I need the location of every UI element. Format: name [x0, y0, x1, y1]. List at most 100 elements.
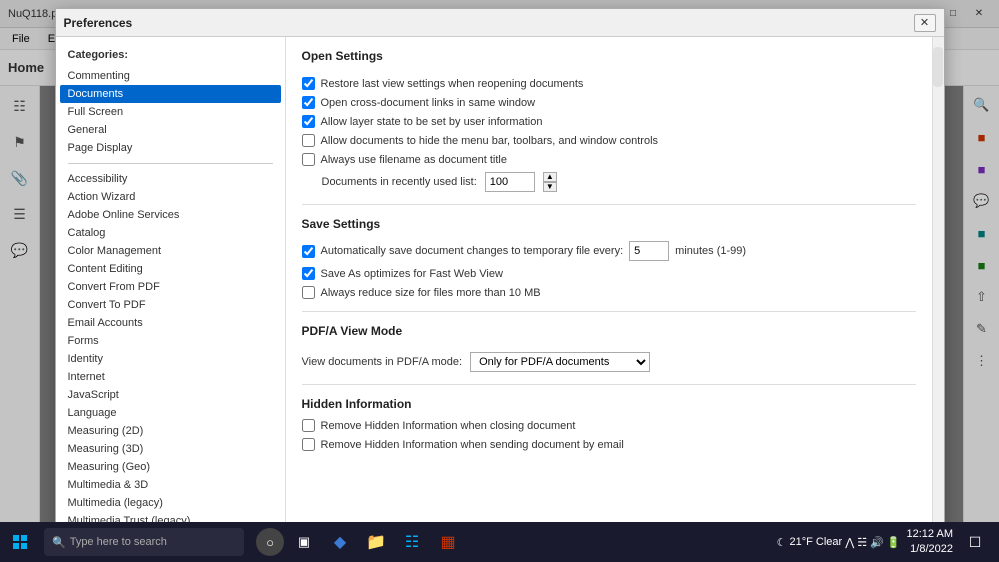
pdfa-label: View documents in PDF/A mode:: [302, 356, 463, 368]
taskbar-icon-taskview[interactable]: ▣: [288, 526, 320, 558]
taskbar-search[interactable]: 🔍 Type here to search: [44, 528, 244, 556]
autosave-hint: minutes (1-99): [675, 245, 746, 257]
layer-label: Allow layer state to be set by user info…: [321, 116, 543, 128]
taskbar-icon-edge[interactable]: ◆: [324, 526, 356, 558]
start-button[interactable]: [0, 522, 40, 562]
taskbar-network-icon[interactable]: ☵: [857, 536, 867, 549]
taskbar-clock[interactable]: 12:12 AM 1/8/2022: [907, 527, 953, 558]
categories-list: CommentingDocumentsFull ScreenGeneralPag…: [60, 67, 281, 527]
cat-item-general[interactable]: General: [60, 121, 281, 139]
cat-item-measuring-2d[interactable]: Measuring (2D): [60, 422, 281, 440]
dialog-close-button[interactable]: ✕: [914, 14, 936, 32]
checkbox-restore-view: Restore last view settings when reopenin…: [302, 77, 916, 90]
autosave-checkbox[interactable]: [302, 245, 315, 258]
cat-item-page-display[interactable]: Page Display: [60, 139, 281, 157]
taskbar-icon-explorer[interactable]: 📁: [360, 526, 392, 558]
checkbox-reduce-size: Always reduce size for files more than 1…: [302, 286, 916, 299]
settings-scrollbar[interactable]: [932, 37, 944, 527]
taskbar-icon-acrobat[interactable]: ▦: [432, 526, 464, 558]
checkbox-layer: Allow layer state to be set by user info…: [302, 115, 916, 128]
checkbox-filename: Always use filename as document title: [302, 153, 916, 166]
cat-item-catalog[interactable]: Catalog: [60, 224, 281, 242]
checkbox-remove-closing: Remove Hidden Information when closing d…: [302, 419, 916, 432]
cat-divider: [68, 163, 273, 164]
taskbar-search-text: Type here to search: [70, 536, 167, 548]
dialog-title: Preferences: [64, 16, 914, 30]
dialog-titlebar: Preferences ✕: [56, 9, 944, 37]
spinner-down[interactable]: ▼: [543, 182, 557, 192]
cat-item-multimedia-legacy[interactable]: Multimedia (legacy): [60, 494, 281, 512]
scrollbar-thumb[interactable]: [933, 47, 943, 87]
cat-item-language[interactable]: Language: [60, 404, 281, 422]
taskbar-sys-icons: ☾ 21°F Clear ⋀ ☵ 🔊 🔋: [777, 536, 901, 549]
taskbar-volume-icon[interactable]: 🔊: [870, 536, 884, 549]
layer-checkbox[interactable]: [302, 115, 315, 128]
checkbox-cross-doc: Open cross-document links in same window: [302, 96, 916, 109]
checkbox-hide-menu: Allow documents to hide the menu bar, to…: [302, 134, 916, 147]
pdfa-select[interactable]: Only for PDF/A documents Never Always: [470, 352, 650, 372]
cat-item-convert-to[interactable]: Convert To PDF: [60, 296, 281, 314]
restore-view-checkbox[interactable]: [302, 77, 315, 90]
categories-label: Categories:: [60, 45, 281, 67]
cat-item-documents[interactable]: Documents: [60, 85, 281, 103]
taskbar-icon-cortana[interactable]: ○: [256, 528, 284, 556]
dialog-body: Categories: CommentingDocumentsFull Scre…: [56, 37, 944, 527]
taskbar-notification-btn[interactable]: ☐: [959, 526, 991, 558]
cat-item-accessibility[interactable]: Accessibility: [60, 170, 281, 188]
preferences-dialog: Preferences ✕ Categories: CommentingDocu…: [55, 8, 945, 528]
taskbar-weather: 21°F Clear: [790, 536, 843, 548]
taskbar-chevron[interactable]: ⋀: [845, 536, 854, 549]
cat-item-measuring-3d[interactable]: Measuring (3D): [60, 440, 281, 458]
cat-item-content-editing[interactable]: Content Editing: [60, 260, 281, 278]
cat-item-forms[interactable]: Forms: [60, 332, 281, 350]
taskbar-right: ☾ 21°F Clear ⋀ ☵ 🔊 🔋 12:12 AM 1/8/2022 ☐: [777, 526, 999, 558]
categories-panel: Categories: CommentingDocumentsFull Scre…: [56, 37, 286, 527]
autosave-row: Automatically save document changes to t…: [302, 241, 916, 261]
cat-item-action-wizard[interactable]: Action Wizard: [60, 188, 281, 206]
cross-doc-checkbox[interactable]: [302, 96, 315, 109]
fast-web-checkbox[interactable]: [302, 267, 315, 280]
taskbar-date: 1/8/2022: [907, 542, 953, 557]
recently-used-row: Documents in recently used list: ▲ ▼: [302, 172, 916, 192]
spinner-buttons: ▲ ▼: [543, 172, 557, 192]
dialog-overlay: Preferences ✕ Categories: CommentingDocu…: [0, 0, 999, 522]
hidden-info-title: Hidden Information: [302, 397, 916, 411]
cat-item-full-screen[interactable]: Full Screen: [60, 103, 281, 121]
taskbar-battery-icon: 🔋: [887, 536, 901, 549]
taskbar-weather-icon: ☾: [777, 536, 787, 549]
cat-item-multimedia-3d[interactable]: Multimedia & 3D: [60, 476, 281, 494]
autosave-input[interactable]: [629, 241, 669, 261]
cat-item-color-mgmt[interactable]: Color Management: [60, 242, 281, 260]
cat-item-javascript[interactable]: JavaScript: [60, 386, 281, 404]
section-divider-1: [302, 204, 916, 205]
remove-sending-checkbox[interactable]: [302, 438, 315, 451]
reduce-size-checkbox[interactable]: [302, 286, 315, 299]
cat-item-identity[interactable]: Identity: [60, 350, 281, 368]
pdfa-row: View documents in PDF/A mode: Only for P…: [302, 352, 916, 372]
remove-closing-checkbox[interactable]: [302, 419, 315, 432]
taskbar-icon-store[interactable]: ☷: [396, 526, 428, 558]
recently-used-label: Documents in recently used list:: [322, 176, 477, 188]
hide-menu-label: Allow documents to hide the menu bar, to…: [321, 135, 659, 147]
cat-item-adobe-online[interactable]: Adobe Online Services: [60, 206, 281, 224]
cat-item-email-accounts[interactable]: Email Accounts: [60, 314, 281, 332]
taskbar-app-icons: ○ ▣ ◆ 📁 ☷ ▦: [256, 526, 464, 558]
cat-item-measuring-geo[interactable]: Measuring (Geo): [60, 458, 281, 476]
recently-used-input[interactable]: [485, 172, 535, 192]
cat-item-convert-from[interactable]: Convert From PDF: [60, 278, 281, 296]
cat-item-internet[interactable]: Internet: [60, 368, 281, 386]
settings-panel: Open Settings Restore last view settings…: [286, 37, 932, 527]
taskbar-time: 12:12 AM: [907, 527, 953, 542]
spinner-up[interactable]: ▲: [543, 172, 557, 182]
section-divider-2: [302, 311, 916, 312]
autosave-prefix-label: Automatically save document changes to t…: [321, 245, 624, 257]
open-settings-title: Open Settings: [302, 49, 916, 67]
cross-doc-label: Open cross-document links in same window: [321, 97, 536, 109]
app-window: NuQ118.pdf - Adobe Acrobat Pro DC − □ ✕ …: [0, 0, 999, 522]
section-divider-3: [302, 384, 916, 385]
cat-item-commenting[interactable]: Commenting: [60, 67, 281, 85]
filename-checkbox[interactable]: [302, 153, 315, 166]
restore-view-label: Restore last view settings when reopenin…: [321, 78, 584, 90]
checkbox-fast-web: Save As optimizes for Fast Web View: [302, 267, 916, 280]
hide-menu-checkbox[interactable]: [302, 134, 315, 147]
